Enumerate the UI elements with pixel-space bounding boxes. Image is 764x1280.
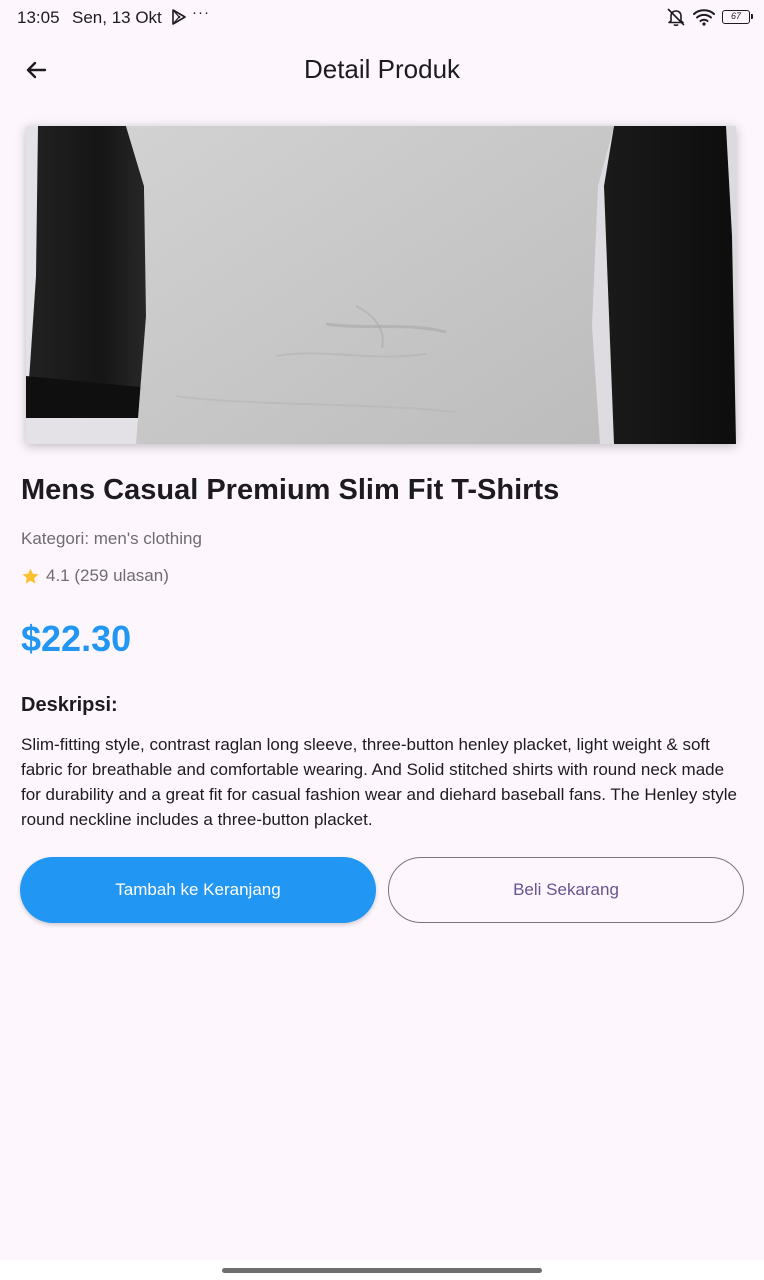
status-icons: 67 bbox=[666, 6, 753, 28]
battery-icon: 67 bbox=[722, 10, 753, 24]
wifi-icon bbox=[693, 9, 715, 26]
product-rating: 4.1 (259 ulasan) bbox=[21, 566, 169, 586]
add-to-cart-button[interactable]: Tambah ke Keranjang bbox=[20, 857, 376, 923]
status-date: Sen, 13 Okt bbox=[72, 8, 162, 27]
more-notifications-indicator: ··· bbox=[192, 4, 210, 21]
buy-now-button[interactable]: Beli Sekarang bbox=[388, 857, 744, 923]
page-title: Detail Produk bbox=[303, 54, 461, 84]
play-store-icon bbox=[172, 9, 186, 25]
product-price: $22.30 bbox=[21, 618, 132, 659]
rating-text: 4.1 (259 ulasan) bbox=[46, 566, 169, 585]
product-title: Mens Casual Premium Slim Fit T-Shirts bbox=[21, 474, 560, 506]
tshirt-photo bbox=[26, 126, 736, 444]
description-heading: Deskripsi: bbox=[21, 694, 118, 716]
product-category: Kategori: men's clothing bbox=[21, 529, 202, 548]
status-time: 13:05 bbox=[17, 8, 60, 27]
product-image bbox=[26, 126, 736, 444]
gesture-handle[interactable] bbox=[222, 1268, 542, 1273]
mute-bell-icon bbox=[667, 8, 685, 26]
status-bar: 13:05 Sen, 13 Okt ··· 67 bbox=[0, 0, 764, 36]
app-bar: Detail Produk bbox=[0, 36, 764, 104]
star-icon bbox=[22, 568, 39, 584]
product-description: Slim-fitting style, contrast raglan long… bbox=[21, 735, 737, 829]
